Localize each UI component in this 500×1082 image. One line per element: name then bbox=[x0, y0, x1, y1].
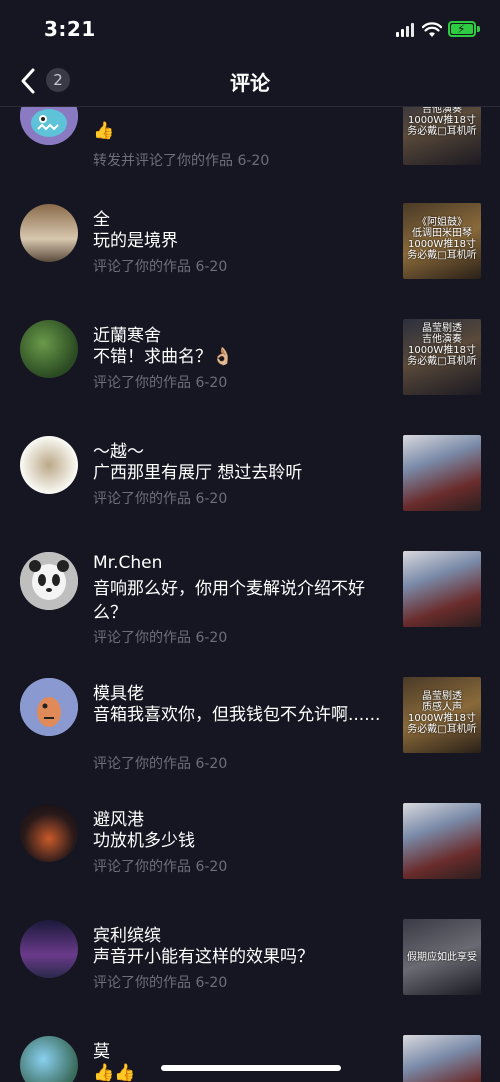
comment-meta: 评论了你的作品 6-20 bbox=[93, 630, 228, 646]
comment-username[interactable]: 全 bbox=[93, 205, 110, 230]
post-thumbnail[interactable]: 假期应如此享受 bbox=[403, 919, 481, 995]
post-thumbnail[interactable]: 晶莹剔透 吉他演奏 1000W推18寸 务必戴□耳机听 bbox=[403, 319, 481, 395]
comment-list[interactable]: 👍 转发并评论了你的作品 6-20 晶莹剔透 吉他演奏 1000W推18寸 务必… bbox=[0, 107, 500, 1082]
comment-item[interactable]: 宾利缤缤 声音开小能有这样的效果吗？ 评论了你的作品 6-20 假期应如此享受 bbox=[0, 909, 500, 1019]
comment-item[interactable]: ～越～ 广西那里有展厅 想过去聆听 评论了你的作品 6-20 bbox=[0, 425, 500, 535]
home-indicator[interactable] bbox=[161, 1065, 341, 1071]
avatar[interactable] bbox=[20, 920, 78, 978]
comment-username[interactable]: 莫 bbox=[93, 1037, 110, 1062]
comment-meta: 评论了你的作品 6-20 bbox=[93, 375, 228, 391]
comment-text: 不错！求曲名？👌🏼 bbox=[93, 347, 234, 367]
post-thumbnail[interactable]: 《阿姐鼓》 低调田米田琴 1000W推18寸 务必戴□耳机听 bbox=[403, 203, 481, 279]
status-bar: 3:21 ⚡ bbox=[0, 0, 500, 58]
comment-text: 音箱我喜欢你，但我钱包不允许啊...... bbox=[93, 705, 381, 725]
comment-username[interactable]: ～越～ bbox=[93, 437, 144, 462]
battery-cap bbox=[477, 26, 480, 32]
comment-meta: 评论了你的作品 6-20 bbox=[93, 756, 228, 772]
nav-bar: 2 评论 bbox=[0, 58, 500, 107]
avatar[interactable] bbox=[20, 552, 78, 610]
comment-meta: 转发并评论了你的作品 6-20 bbox=[93, 153, 270, 169]
comment-item[interactable]: 👍 转发并评论了你的作品 6-20 晶莹剔透 吉他演奏 1000W推18寸 务必… bbox=[0, 107, 500, 207]
comment-item[interactable]: 避风港 功放机多少钱 评论了你的作品 6-20 bbox=[0, 793, 500, 903]
avatar[interactable] bbox=[20, 107, 78, 145]
comment-username[interactable]: 宾利缤缤 bbox=[93, 921, 161, 946]
comment-text: 👍 bbox=[93, 121, 115, 141]
comment-meta: 评论了你的作品 6-20 bbox=[93, 975, 228, 991]
comment-text: 声音开小能有这样的效果吗？ bbox=[93, 947, 314, 967]
thumbnail-caption: 晶莹剔透 吉他演奏 1000W推18寸 务必戴□耳机听 bbox=[407, 323, 477, 367]
post-thumbnail[interactable] bbox=[403, 803, 481, 879]
thumbnail-caption: 晶莹剔透 质感人声 1000W推18寸 务必戴□耳机听 bbox=[407, 691, 477, 735]
wifi-icon bbox=[422, 22, 442, 37]
comment-username[interactable]: 避风港 bbox=[93, 805, 144, 830]
comment-meta: 评论了你的作品 6-20 bbox=[93, 859, 228, 875]
comment-item[interactable]: 近蘭寒舍 不错！求曲名？👌🏼 评论了你的作品 6-20 晶莹剔透 吉他演奏 10… bbox=[0, 309, 500, 419]
avatar[interactable] bbox=[20, 320, 78, 378]
comments-screen: 3:21 ⚡ 2 评论 👍 转发并评论了你的作品 6-20 吉他演奏 1000W… bbox=[0, 0, 500, 1082]
avatar[interactable] bbox=[20, 804, 78, 862]
comment-item[interactable]: 莫 👍👍 bbox=[0, 1025, 500, 1082]
status-time: 3:21 bbox=[44, 17, 96, 41]
comment-text: 功放机多少钱 bbox=[93, 831, 195, 851]
post-thumbnail[interactable]: 晶莹剔透 质感人声 1000W推18寸 务必戴□耳机听 bbox=[403, 677, 481, 753]
comment-username[interactable]: 模具佬 bbox=[93, 679, 144, 704]
comment-text: 广西那里有展厅 想过去聆听 bbox=[93, 463, 303, 483]
comment-username[interactable]: Mr.Chen bbox=[93, 553, 162, 573]
comment-text: 玩的是境界 bbox=[93, 231, 178, 251]
comment-meta: 评论了你的作品 6-20 bbox=[93, 259, 228, 275]
comment-item[interactable]: 模具佬 音箱我喜欢你，但我钱包不允许啊...... 评论了你的作品 6-20 晶… bbox=[0, 667, 500, 797]
comment-item[interactable]: Mr.Chen 音响那么好，你用个麦解说介绍不好么？ 评论了你的作品 6-20 bbox=[0, 541, 500, 671]
post-thumbnail[interactable] bbox=[403, 1035, 481, 1082]
post-thumbnail[interactable] bbox=[403, 435, 481, 511]
post-thumbnail[interactable] bbox=[403, 551, 481, 627]
avatar[interactable] bbox=[20, 436, 78, 494]
cellular-signal-icon bbox=[396, 23, 416, 37]
comment-username[interactable]: 近蘭寒舍 bbox=[93, 321, 161, 346]
comment-text: 音响那么好，你用个麦解说介绍不好么？ bbox=[93, 579, 365, 623]
thumbnail-caption: 假期应如此享受 bbox=[407, 952, 477, 963]
page-title: 评论 bbox=[230, 71, 270, 95]
thumbnail-caption: 《阿姐鼓》 低调田米田琴 1000W推18寸 务必戴□耳机听 bbox=[407, 217, 477, 261]
avatar[interactable] bbox=[20, 204, 78, 262]
post-thumbnail[interactable]: 晶莹剔透 吉他演奏 1000W推18寸 务必戴□耳机听 bbox=[403, 107, 481, 165]
comment-item[interactable]: 全 玩的是境界 评论了你的作品 6-20 《阿姐鼓》 低调田米田琴 1000W推… bbox=[0, 193, 500, 303]
avatar[interactable] bbox=[20, 678, 78, 736]
avatar[interactable] bbox=[20, 1036, 78, 1082]
thumbnail-caption: 晶莹剔透 吉他演奏 1000W推18寸 务必戴□耳机听 bbox=[407, 107, 477, 137]
comment-meta: 评论了你的作品 6-20 bbox=[93, 491, 228, 507]
battery-charging-icon: ⚡ bbox=[448, 21, 476, 37]
